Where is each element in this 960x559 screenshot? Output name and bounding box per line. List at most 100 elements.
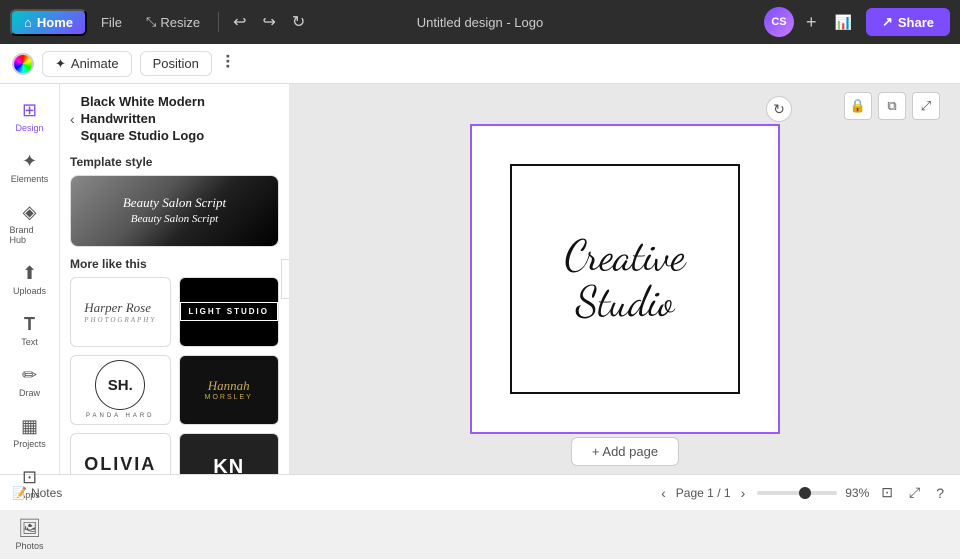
sidebar-item-design[interactable]: ⊞ Design: [4, 92, 56, 141]
olivia-content: OLIVIA Braid Style: [84, 454, 156, 474]
projects-icon: ▦: [21, 416, 38, 437]
logo-text: Creative Studio: [565, 233, 686, 325]
template-thumb-sh[interactable]: SH. PANDA HARD: [70, 355, 171, 425]
sidebar-item-brand-hub[interactable]: ◈ Brand Hub: [4, 194, 56, 253]
sidebar-item-uploads[interactable]: ⬆ Uploads: [4, 255, 56, 304]
sh-circle: SH.: [95, 360, 145, 410]
analytics-button[interactable]: 📊: [829, 10, 858, 35]
panel-title: Black White Modern Handwritten Square St…: [81, 94, 279, 145]
undo-button[interactable]: ↩: [227, 8, 252, 36]
file-button[interactable]: File: [91, 11, 132, 34]
notes-icon: 📝: [12, 486, 27, 500]
fullscreen-button[interactable]: ⤢: [905, 482, 924, 503]
share-icon: ↗: [882, 14, 893, 30]
zoom-slider[interactable]: [757, 491, 837, 495]
rotate-handle[interactable]: ↻: [766, 96, 792, 122]
sidebar-label-projects: Projects: [13, 439, 46, 449]
harper-rose-content: Harper Rose PHOTOGRAPHY: [84, 300, 156, 324]
sidebar-label-design: Design: [15, 123, 43, 133]
light-studio-text: LIGHT STUDIO: [180, 302, 278, 321]
brand-hub-icon: ◈: [23, 202, 37, 223]
collapse-panel-handle[interactable]: ›: [281, 259, 290, 299]
uploads-icon: ⬆: [22, 263, 37, 284]
template-style-preview: Beauty Salon Script Beauty Salon Script: [71, 176, 278, 246]
duplicate-button[interactable]: ⧉: [878, 92, 906, 120]
next-page-button[interactable]: ›: [737, 483, 750, 503]
sh-subtitle: PANDA HARD: [86, 413, 155, 419]
lock-button[interactable]: 🔒: [844, 92, 872, 120]
canvas-container[interactable]: ↻ Creative Studio: [470, 124, 780, 434]
sidebar-label-draw: Draw: [19, 388, 40, 398]
kn-text: KN: [213, 456, 244, 474]
left-panel: ‹ Black White Modern Handwritten Square …: [60, 84, 290, 474]
back-button[interactable]: ‹ Black White Modern Handwritten Square …: [70, 94, 279, 145]
home-icon: ⌂: [24, 15, 32, 30]
sidebar-icons: ⊞ Design ✦ Elements ◈ Brand Hub ⬆ Upload…: [0, 84, 60, 474]
template-thumb-hannah[interactable]: Hannah MORSLEY: [179, 355, 280, 425]
sidebar-item-elements[interactable]: ✦ Elements: [4, 143, 56, 192]
logo-frame: Creative Studio: [510, 164, 740, 394]
template-thumb-light-studio[interactable]: LIGHT STUDIO: [179, 277, 280, 347]
page-label: Page 1 / 1: [676, 486, 731, 500]
sidebar-item-apps[interactable]: ⊡ Apps: [4, 459, 56, 508]
design-icon: ⊞: [22, 100, 37, 121]
notes-button[interactable]: 📝 Notes: [12, 486, 62, 500]
hannah-subtitle: MORSLEY: [205, 394, 253, 401]
more-like-this-label: More like this: [70, 257, 279, 271]
resize-button[interactable]: ⤡ Resize: [136, 10, 210, 34]
sidebar-label-brand-hub: Brand Hub: [10, 225, 50, 245]
template-style-card[interactable]: Beauty Salon Script Beauty Salon Script: [70, 175, 279, 247]
main: ⊞ Design ✦ Elements ◈ Brand Hub ⬆ Upload…: [0, 84, 960, 474]
animate-button[interactable]: ✦ Animate: [42, 51, 132, 77]
redo-button[interactable]: ↪: [257, 8, 282, 36]
more-tools-button[interactable]: ⠇: [220, 51, 241, 76]
resize-icon: ⤡: [146, 14, 156, 30]
topbar-separator: [218, 12, 219, 32]
sidebar-item-draw[interactable]: ✏ Draw: [4, 357, 56, 406]
topbar: ⌂ Home File ⤡ Resize ↩ ↪ ↻ Untitled desi…: [0, 0, 960, 44]
back-arrow-icon: ‹: [70, 111, 75, 127]
fit-page-button[interactable]: ⊡: [877, 482, 897, 503]
share-button[interactable]: ↗ Share: [866, 8, 950, 36]
color-palette-button[interactable]: [12, 53, 34, 75]
template-thumb-kn[interactable]: KN: [179, 433, 280, 474]
help-button[interactable]: ?: [932, 483, 948, 503]
canvas-toolbar: 🔒 ⧉ ⤢: [844, 92, 940, 120]
add-collaborator-button[interactable]: +: [802, 10, 821, 35]
template-style-text2: Beauty Salon Script: [131, 212, 218, 227]
add-page-button[interactable]: + Add page: [571, 437, 679, 466]
sidebar-item-photos[interactable]: 🖼 Photos: [4, 510, 56, 559]
kn-bg: KN: [180, 434, 279, 474]
document-title: Untitled design - Logo: [417, 15, 543, 30]
page-info: ‹ Page 1 / 1 ›: [657, 483, 749, 503]
toolbar: ✦ Animate Position ⠇: [0, 44, 960, 84]
sidebar-item-projects[interactable]: ▦ Projects: [4, 408, 56, 457]
sidebar-label-photos: Photos: [15, 541, 43, 551]
hannah-bg: Hannah MORSLEY: [180, 356, 279, 424]
template-style-text1: Beauty Salon Script: [123, 194, 226, 212]
elements-icon: ✦: [22, 151, 37, 172]
zoom-slider-thumb: [799, 487, 811, 499]
sh-content: SH. PANDA HARD: [71, 356, 170, 424]
draw-icon: ✏: [22, 365, 37, 386]
resize-canvas-button[interactable]: ⤢: [912, 92, 940, 120]
sync-button[interactable]: ↻: [286, 8, 311, 36]
sidebar-label-text: Text: [21, 337, 38, 347]
sidebar-item-text[interactable]: T Text: [4, 306, 56, 355]
bottombar: 📝 Notes ‹ Page 1 / 1 › 93% ⊡ ⤢ ?: [0, 474, 960, 510]
canvas-area: 🔒 ⧉ ⤢ ↻ Creative Studio + Add page: [290, 84, 960, 474]
template-thumb-olivia[interactable]: OLIVIA Braid Style: [70, 433, 171, 474]
topbar-right: CS + 📊 ↗ Share: [764, 7, 950, 37]
avatar[interactable]: CS: [764, 7, 794, 37]
light-studio-bg: LIGHT STUDIO: [180, 278, 279, 346]
zoom-level: 93%: [845, 486, 869, 500]
template-thumb-harper-rose[interactable]: Harper Rose PHOTOGRAPHY: [70, 277, 171, 347]
template-grid: Harper Rose PHOTOGRAPHY LIGHT STUDIO SH.…: [70, 277, 279, 474]
position-button[interactable]: Position: [140, 51, 212, 76]
prev-page-button[interactable]: ‹: [657, 483, 670, 503]
olivia-text: OLIVIA: [84, 454, 156, 474]
photos-icon: 🖼: [18, 518, 41, 539]
template-style-label: Template style: [70, 155, 279, 169]
home-button[interactable]: ⌂ Home: [10, 9, 87, 36]
text-icon: T: [24, 314, 35, 335]
